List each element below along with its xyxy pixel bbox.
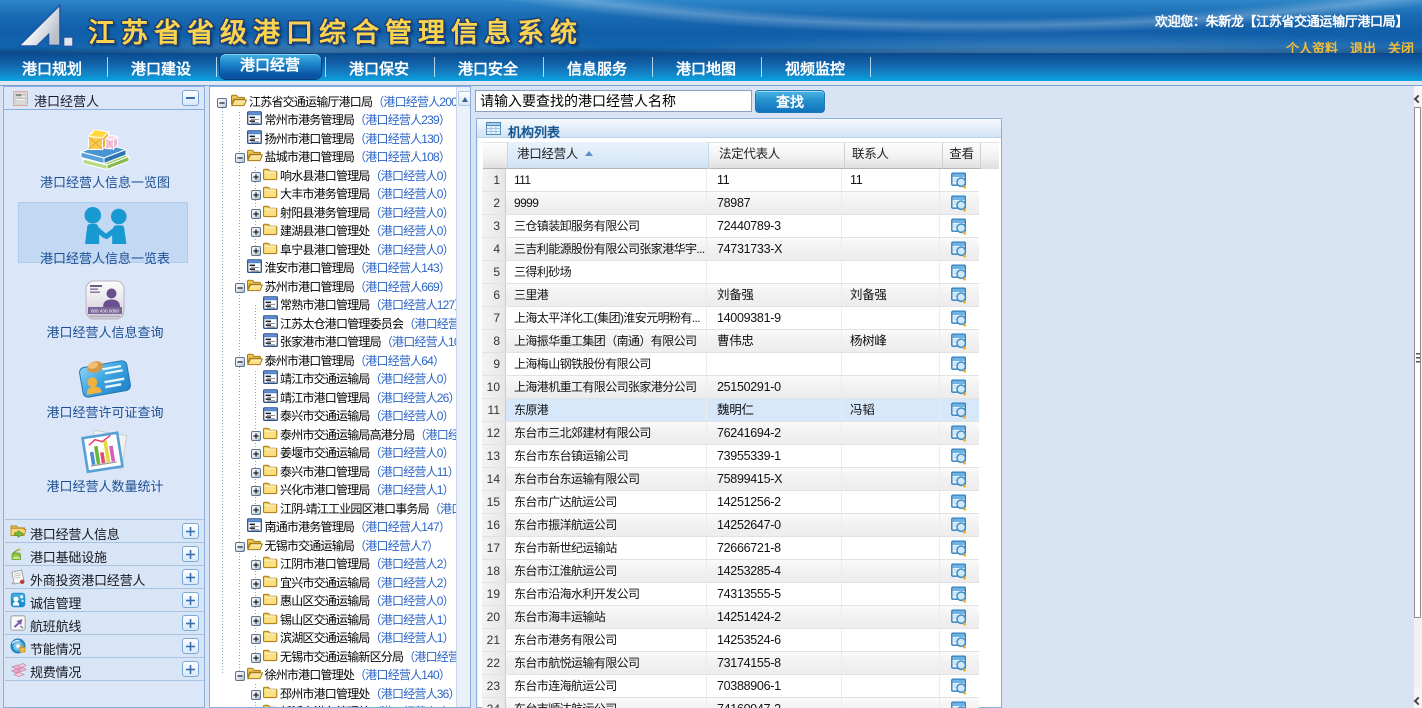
svg-text:800.430.6080: 800.430.6080 [91, 308, 120, 313]
